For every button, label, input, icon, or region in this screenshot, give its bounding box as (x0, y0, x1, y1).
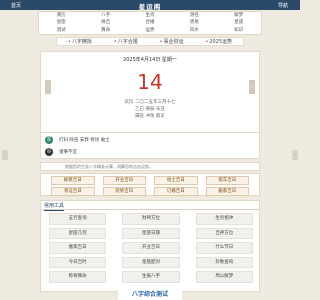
nav-item[interactable]: 八字 (83, 12, 127, 19)
lucky-day-button[interactable]: 开业吉日 (102, 176, 146, 185)
tool-button[interactable]: 星座几何 (49, 227, 107, 240)
dot-icon: • (205, 39, 209, 45)
tool-button[interactable]: 称骨算命 (49, 271, 107, 283)
nav-grid: 黄历 八字 生肖 测名 解梦 星座 择吉 合婚 周易 星座 测试 算命 运势 风… (38, 11, 262, 35)
yi-text: 打扫 除虫 安葬 修坟 破土 (59, 138, 110, 143)
ji-badge: 忌 (45, 148, 53, 156)
tools-panel: 常用工具 五行查询 财神方位 生肖相冲 星座几何 星座日期 吉神方位 搬家吉日 … (40, 200, 260, 292)
dot-icon: • (159, 39, 163, 45)
ji-text: 诸事不宜 (59, 150, 77, 155)
date-card: 2025年4月14日 星期一 ‹ 14 › 农历 二〇二五年三月十七 乙巳 庚辰… (40, 51, 260, 133)
nav-item[interactable]: 星座 (217, 19, 261, 26)
lucky-day-button[interactable]: 动土吉日 (154, 176, 198, 185)
nav-item[interactable]: 算命 (83, 27, 127, 34)
menu-button[interactable]: 导航 (278, 2, 288, 9)
tool-button[interactable]: 吉神方位 (195, 227, 253, 240)
nav-item[interactable]: 黄历 (39, 12, 83, 19)
quick-bar: •八字精批 •八字合婚 •事业财运 •2025运势 (56, 37, 244, 46)
tool-button[interactable]: 什么节日 (195, 242, 253, 254)
tools-title: 常用工具 (44, 203, 65, 211)
lucky-day-button[interactable]: 装修吉日 (102, 187, 146, 196)
lucky-day-button[interactable]: 搬家吉日 (205, 187, 249, 196)
lucky-day-button[interactable]: 领证吉日 (51, 187, 95, 196)
nav-item[interactable]: 择吉 (83, 19, 127, 26)
side-left-icon[interactable]: ‹ (2, 150, 8, 160)
yi-ji-panel: 宜 打扫 除虫 安葬 修坟 破土 忌 诸事不宜 (40, 133, 260, 159)
lucky-day-button[interactable]: 嫁娶吉日 (51, 176, 95, 185)
side-right-icon[interactable]: › (292, 150, 298, 160)
tool-button[interactable]: 财神方位 (122, 213, 180, 225)
tool-button[interactable]: 五行查询 (49, 213, 107, 225)
lucky-day-grid: 嫁娶吉日 开业吉日 动土吉日 提车吉日 领证吉日 装修吉日 订婚吉日 搬家吉日 (40, 173, 260, 196)
tool-button[interactable]: 开业吉日 (122, 242, 180, 254)
notice-text: 根据您的生辰八字精准计算，测算您的吉凶运势。 (40, 162, 260, 171)
next-day-icon[interactable]: › (249, 80, 255, 94)
yi-badge: 宜 (45, 136, 53, 144)
quick-link[interactable]: •八字精批 (68, 38, 92, 45)
tool-button[interactable]: 周公解梦 (195, 271, 253, 283)
tool-button[interactable]: 星座日期 (122, 227, 180, 240)
quick-link[interactable]: •2025运势 (205, 38, 232, 45)
promo-banner[interactable]: 八字综合测试 (118, 289, 182, 300)
lucky-day-button[interactable]: 提车吉日 (205, 176, 249, 185)
dot-icon: • (67, 39, 71, 45)
lunar-line-2: 乙巳 庚辰 辛丑 (135, 107, 165, 112)
ji-row: 忌 诸事不宜 (45, 147, 77, 157)
tools-grid: 五行查询 财神方位 生肖相冲 星座几何 星座日期 吉神方位 搬家吉日 开业吉日 … (49, 213, 253, 283)
lucky-day-button[interactable]: 订婚吉日 (154, 187, 198, 196)
nav-item[interactable]: 合婚 (128, 19, 172, 26)
tools-header: 常用工具 (41, 201, 259, 211)
nav-item[interactable]: 生肖 (128, 12, 172, 19)
top-bar: 首页 星运阁 导航 (0, 0, 300, 11)
tool-button[interactable]: 卦象查询 (195, 256, 253, 269)
lunar-line-1: 农历 二〇二五年三月十七 (124, 100, 176, 105)
nav-item[interactable]: 星座 (39, 19, 83, 26)
tool-button[interactable]: 搬家吉日 (49, 242, 107, 254)
dot-icon: • (113, 39, 117, 45)
nav-item[interactable]: 运势 (128, 27, 172, 34)
big-day: 14 (137, 70, 163, 94)
tool-button[interactable]: 生辰八字 (122, 271, 180, 283)
date-line: 2025年4月14日 星期一 (123, 57, 177, 63)
nav-item[interactable]: 知识 (217, 27, 261, 34)
quick-link[interactable]: •事业财运 (160, 38, 184, 45)
quick-link[interactable]: •八字合婚 (114, 38, 138, 45)
nav-item[interactable]: 测试 (39, 27, 83, 34)
nav-item[interactable]: 测名 (172, 12, 216, 19)
tool-button[interactable]: 生肖相冲 (195, 213, 253, 225)
tool-button[interactable]: 今日吉时 (49, 256, 107, 269)
lunar-line-3: 属蛇 冲兔 煞东 (135, 114, 165, 119)
tool-button[interactable]: 星座配对 (122, 256, 180, 269)
nav-item[interactable]: 风水 (172, 27, 216, 34)
yi-row: 宜 打扫 除虫 安葬 修坟 破土 (45, 135, 110, 145)
site-title: 星运阁 (138, 3, 162, 11)
nav-item[interactable]: 周易 (172, 19, 216, 26)
nav-item[interactable]: 解梦 (217, 12, 261, 19)
lunar-info: 农历 二〇二五年三月十七 乙巳 庚辰 辛丑 属蛇 冲兔 煞东 (41, 99, 259, 120)
